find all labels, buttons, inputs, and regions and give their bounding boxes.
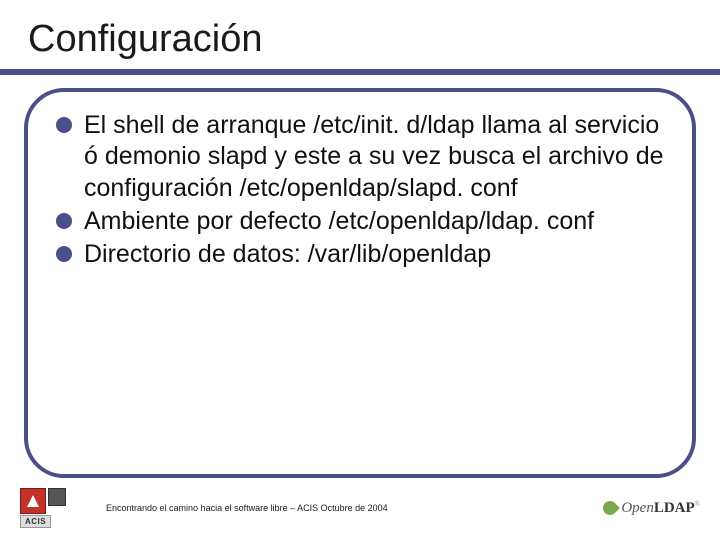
openldap-text: OpenLDAP® xyxy=(621,500,700,517)
acis-label: ACIS xyxy=(20,515,51,528)
content-frame: El shell de arranque /etc/init. d/ldap l… xyxy=(24,88,696,478)
leaf-icon xyxy=(601,499,619,517)
bullet-text: El shell de arranque /etc/init. d/ldap l… xyxy=(84,111,664,202)
trademark-icon: ® xyxy=(695,500,700,508)
page-title: Configuración xyxy=(28,18,720,61)
bullet-list: El shell de arranque /etc/init. d/ldap l… xyxy=(56,110,664,270)
triangle-icon xyxy=(25,493,41,509)
list-item: El shell de arranque /etc/init. d/ldap l… xyxy=(56,110,664,204)
openldap-open: Open xyxy=(621,500,654,516)
bullet-text: Directorio de datos: /var/lib/openldap xyxy=(84,240,491,268)
acis-icon-secondary xyxy=(48,488,66,506)
list-item: Ambiente por defecto /etc/openldap/ldap.… xyxy=(56,206,664,237)
slide: Configuración El shell de arranque /etc/… xyxy=(0,0,720,540)
list-item: Directorio de datos: /var/lib/openldap xyxy=(56,239,664,270)
footer: ACIS Encontrando el camino hacia el soft… xyxy=(0,482,720,540)
openldap-ldap: LDAP xyxy=(654,500,695,516)
bullet-text: Ambiente por defecto /etc/openldap/ldap.… xyxy=(84,207,594,235)
acis-logo: ACIS xyxy=(20,488,66,528)
acis-logo-stack: ACIS xyxy=(20,488,66,528)
title-underline xyxy=(0,69,720,75)
footer-text: Encontrando el camino hacia el software … xyxy=(106,503,601,513)
acis-icon xyxy=(20,488,46,514)
title-area: Configuración xyxy=(0,0,720,61)
openldap-logo: OpenLDAP® xyxy=(601,499,700,517)
